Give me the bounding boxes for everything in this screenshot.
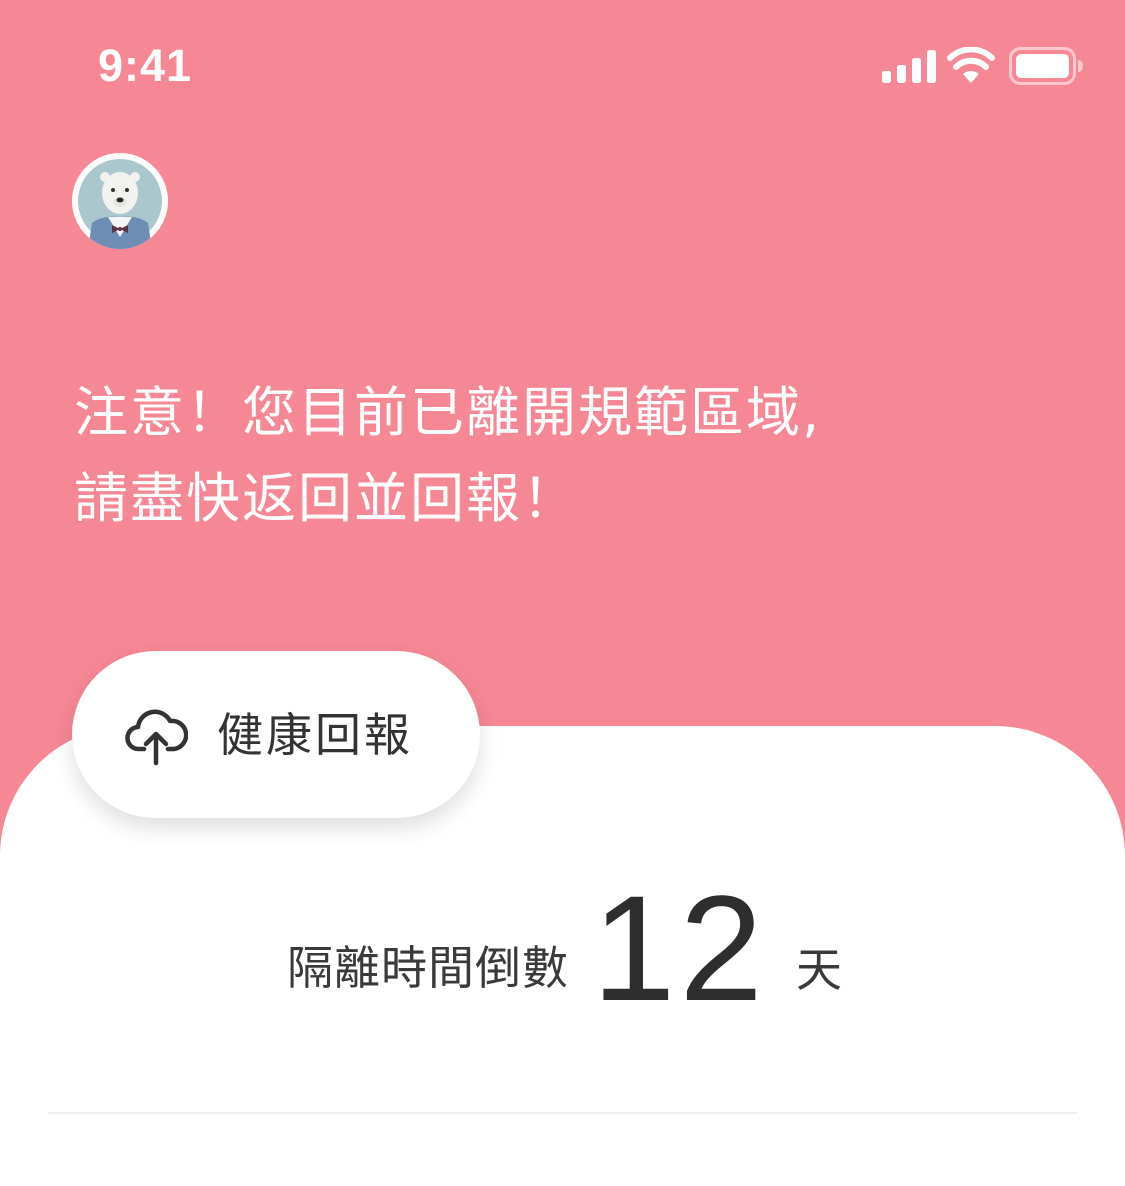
alert-line-2: 請盡快返回並回報！ (74, 467, 578, 530)
divider (48, 1112, 1077, 1114)
leave-area-alert: 注意！您目前已離開規範區域, 請盡快返回並回報！ (74, 370, 974, 542)
health-report-label: 健康回報 (217, 708, 413, 762)
battery-icon (1009, 47, 1083, 85)
countdown-days-value: 12 (592, 864, 767, 1032)
alert-line-1: 注意！您目前已離開規範區域, (74, 381, 822, 444)
polar-bear-avatar (72, 153, 168, 249)
status-bar: 9:41 (0, 0, 1125, 132)
countdown-label: 隔離時間倒數 (287, 941, 569, 995)
signal-icon (882, 50, 936, 83)
wifi-icon (947, 47, 995, 83)
countdown-unit: 天 (796, 943, 842, 997)
status-time: 9:41 (98, 40, 193, 91)
cloud-upload-icon (125, 709, 188, 766)
health-report-button[interactable]: 健康回報 (72, 651, 480, 818)
user-avatar[interactable] (72, 153, 168, 249)
